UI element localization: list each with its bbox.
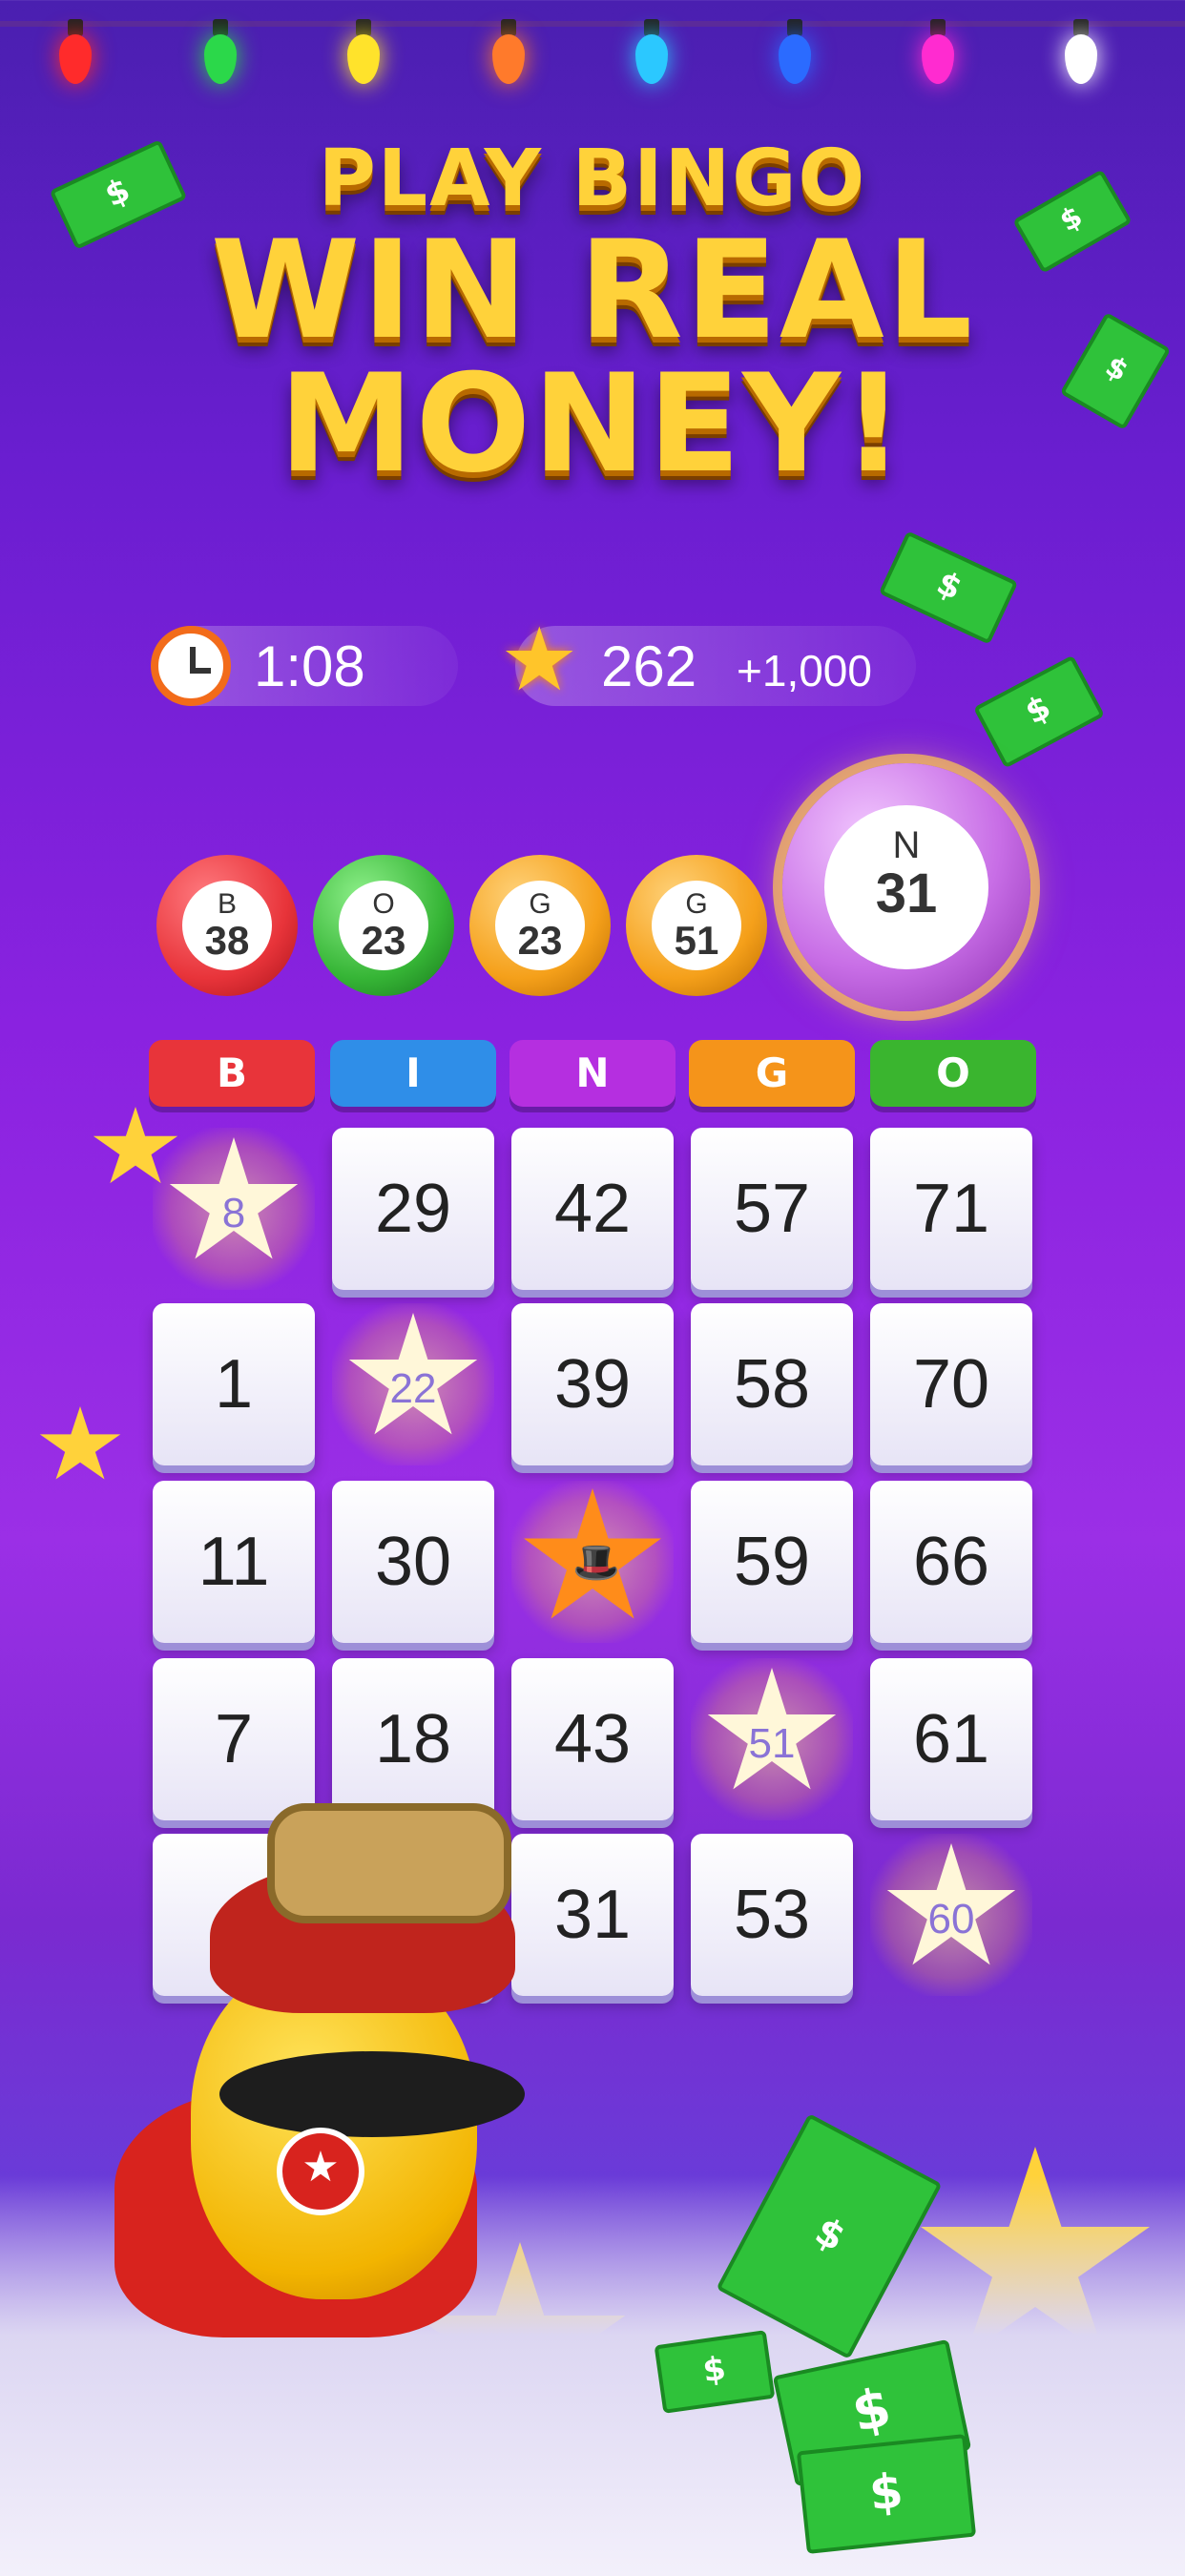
bingo-cell-marked[interactable]: 60	[870, 1834, 1032, 1996]
bingo-cell-marked[interactable]: 8	[153, 1128, 315, 1290]
called-ball: G 23	[469, 855, 611, 996]
money-bill-icon: $	[973, 654, 1105, 769]
bingo-cell[interactable]: 30	[332, 1481, 494, 1643]
cell-number: 30	[374, 1524, 452, 1600]
bingo-cell-marked[interactable]: 22	[332, 1303, 494, 1465]
title-money: MONEY!	[279, 345, 906, 503]
cell-number: 8	[221, 1190, 246, 1236]
bingo-cell-marked[interactable]: 51	[691, 1658, 853, 1820]
cell-number: 22	[389, 1365, 437, 1412]
cell-number: 70	[912, 1346, 990, 1423]
column-header-g: G	[689, 1040, 855, 1107]
cell-number: 51	[748, 1720, 796, 1767]
light-bulb-icon	[922, 19, 954, 86]
bingo-cell[interactable]: 11	[153, 1481, 315, 1643]
cell-number: 1	[214, 1346, 254, 1423]
light-bulb-icon	[492, 19, 525, 86]
bingo-cell[interactable]: 39	[511, 1303, 674, 1465]
bingo-cell[interactable]: 53	[691, 1834, 853, 1996]
column-header-b: B	[149, 1040, 315, 1107]
cell-number: 42	[553, 1171, 632, 1247]
called-ball: O 23	[313, 855, 454, 996]
bingo-cell-free[interactable]: 🎩	[511, 1481, 674, 1643]
cell-number: 60	[927, 1896, 975, 1942]
cell-number: 71	[912, 1171, 990, 1247]
called-ball: B 38	[156, 855, 298, 996]
bingo-cell[interactable]: 57	[691, 1128, 853, 1290]
cell-number: 39	[553, 1346, 632, 1423]
cell-number: 53	[733, 1877, 811, 1953]
light-bulb-icon	[59, 19, 92, 86]
current-ball: N 31	[782, 763, 1030, 1011]
light-bulb-icon	[635, 19, 668, 86]
called-ball: G 51	[626, 855, 767, 996]
bingo-cell[interactable]: 1	[153, 1303, 315, 1465]
money-bill-icon: $	[796, 2433, 977, 2555]
light-bulb-icon	[204, 19, 237, 86]
bingo-cell[interactable]: 66	[870, 1481, 1032, 1643]
cell-number: 59	[733, 1524, 811, 1600]
column-header-n: N	[509, 1040, 676, 1107]
star-icon	[39, 1406, 121, 1480]
score-value: 262	[601, 634, 697, 698]
cell-number: 66	[912, 1524, 990, 1600]
bingo-cell[interactable]: 42	[511, 1128, 674, 1290]
bingo-cell[interactable]: 29	[332, 1128, 494, 1290]
star-icon: ★	[500, 609, 579, 711]
mascot-character: ★	[76, 1746, 611, 2357]
bingo-cell[interactable]: 59	[691, 1481, 853, 1643]
bingo-cell[interactable]: 70	[870, 1303, 1032, 1465]
cell-number: 58	[733, 1346, 811, 1423]
column-header-i: I	[330, 1040, 496, 1107]
light-bulb-icon	[1065, 19, 1097, 86]
bingo-cell[interactable]: 61	[870, 1658, 1032, 1820]
timer-value: 1:08	[254, 634, 365, 698]
clock-icon	[151, 626, 231, 706]
cell-number: 29	[374, 1171, 452, 1247]
string-lights	[0, 21, 1185, 27]
cell-number: 57	[733, 1171, 811, 1247]
cell-number: 11	[198, 1524, 270, 1600]
top-hat-icon: 🎩	[572, 1542, 620, 1584]
bingo-cell[interactable]: 71	[870, 1128, 1032, 1290]
money-bill-icon: $	[878, 530, 1019, 645]
cell-number: 61	[912, 1701, 990, 1777]
star-badge-icon: ★	[277, 2128, 364, 2215]
bingo-cell[interactable]: 58	[691, 1303, 853, 1465]
column-header-o: O	[870, 1040, 1036, 1107]
score-bonus: +1,000	[737, 646, 872, 696]
light-bulb-icon	[779, 19, 811, 86]
light-bulb-icon	[347, 19, 380, 86]
